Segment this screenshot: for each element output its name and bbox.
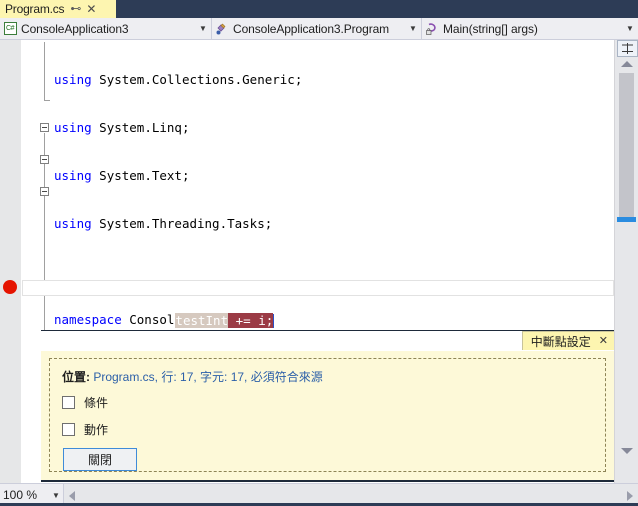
peek-tab-row: 中斷點設定 ✕: [41, 331, 614, 352]
action-label: 動作: [84, 423, 109, 437]
token-text: System.Collections.Generic;: [91, 72, 303, 87]
code-editor[interactable]: using System.Collections.Generic; using …: [0, 40, 638, 483]
action-option-row[interactable]: 動作: [62, 421, 593, 438]
visual-studio-editor-window: Program.cs ⊷ ✕ C# ConsoleApplication3 ▼ …: [0, 0, 638, 506]
horizontal-scrollbar[interactable]: [64, 484, 638, 506]
chevron-down-icon[interactable]: ▼: [49, 491, 63, 500]
split-view-icon[interactable]: [617, 40, 638, 57]
token-keyword: using: [54, 216, 92, 231]
tab-program-cs[interactable]: Program.cs ⊷ ✕: [0, 0, 116, 18]
code-line: using System.Threading.Tasks;: [54, 216, 614, 232]
code-line: using System.Linq;: [54, 120, 614, 136]
scroll-down-arrow[interactable]: [621, 448, 633, 454]
breakpoint-margin[interactable]: [0, 40, 21, 483]
breakpoint-dot[interactable]: [3, 280, 17, 294]
token-text: System.Linq;: [91, 120, 190, 135]
close-button[interactable]: 關閉: [63, 448, 137, 471]
token-keyword: using: [54, 168, 92, 183]
action-checkbox[interactable]: [62, 423, 75, 436]
condition-label: 條件: [84, 396, 109, 410]
peek-tab-label: 中斷點設定: [530, 334, 591, 349]
vertical-scrollbar[interactable]: [614, 40, 638, 483]
close-icon[interactable]: ✕: [599, 335, 608, 347]
outlining-end-usings: [44, 100, 50, 101]
breakpoint-current-line[interactable]: testInt += i;: [22, 280, 614, 328]
peek-tab-breakpoint-settings[interactable]: 中斷點設定 ✕: [521, 331, 614, 350]
scroll-up-arrow[interactable]: [621, 61, 633, 67]
csharp-project-icon: C#: [3, 22, 17, 36]
condition-option-row[interactable]: 條件: [62, 394, 593, 411]
collapse-class-button[interactable]: [40, 155, 49, 164]
peek-inner-frame: 位置: Program.cs, 行: 17, 字元: 17, 必須符合來源 條件…: [49, 358, 606, 472]
code-line: using System.Collections.Generic;: [54, 72, 614, 88]
breakpoint-location-row: 位置: Program.cs, 行: 17, 字元: 17, 必須符合來源: [62, 368, 593, 385]
chevron-down-icon[interactable]: ▼: [405, 24, 421, 33]
member-dropdown-label: Main(string[] args): [443, 21, 538, 36]
member-dropdown[interactable]: Main(string[] args) ▼: [422, 18, 638, 39]
type-dropdown-label: ConsoleApplication3.Program: [233, 21, 390, 36]
editor-status-bar: 100 % ▼: [0, 483, 638, 506]
method-private-icon: [425, 22, 439, 36]
scroll-left-arrow[interactable]: [69, 491, 75, 501]
project-dropdown-label: ConsoleApplication3: [21, 21, 129, 36]
token-text: System.Threading.Tasks;: [91, 216, 273, 231]
selection-variable: testInt: [175, 313, 229, 328]
zoom-level-label: 100 %: [3, 488, 38, 502]
tab-title: Program.cs: [5, 2, 65, 16]
class-icon: [215, 22, 229, 36]
chevron-down-icon[interactable]: ▼: [195, 24, 211, 33]
collapse-namespace-button[interactable]: [40, 123, 49, 132]
close-icon[interactable]: ✕: [86, 3, 96, 15]
token-keyword: using: [54, 72, 92, 87]
outlining-guide-usings: [44, 42, 45, 100]
peek-body: 位置: Program.cs, 行: 17, 字元: 17, 必須符合來源 條件…: [41, 351, 614, 480]
code-line: using System.Text;: [54, 168, 614, 184]
bookmark-marker: [617, 217, 636, 222]
collapse-method-button[interactable]: [40, 187, 49, 196]
selection-expression: += i;: [228, 313, 274, 328]
project-dropdown[interactable]: C# ConsoleApplication3 ▼: [0, 18, 212, 39]
margin-separator: [21, 40, 22, 483]
scroll-right-arrow[interactable]: [627, 491, 633, 501]
horizontal-scroll-thumb[interactable]: [80, 486, 600, 503]
token-keyword: using: [54, 120, 92, 135]
type-dropdown[interactable]: ConsoleApplication3.Program ▼: [212, 18, 422, 39]
location-label: 位置:: [62, 370, 90, 384]
chevron-down-icon[interactable]: ▼: [622, 24, 638, 33]
vertical-scroll-thumb[interactable]: [619, 73, 634, 219]
text-caret: [273, 314, 275, 328]
document-tab-strip: Program.cs ⊷ ✕: [0, 0, 638, 18]
pin-icon[interactable]: ⊷: [70, 3, 81, 15]
token-text: System.Text;: [91, 168, 190, 183]
breakpoint-settings-peek-window: 中斷點設定 ✕ 位置: Program.cs, 行: 17, 字元: 17, 必…: [41, 330, 614, 482]
navigation-bar: C# ConsoleApplication3 ▼ ConsoleApplicat…: [0, 18, 638, 40]
location-value: Program.cs, 行: 17, 字元: 17, 必須符合來源: [90, 370, 323, 384]
condition-checkbox[interactable]: [62, 396, 75, 409]
code-line-breakpoint: testInt += i;: [55, 313, 615, 329]
zoom-dropdown[interactable]: 100 % ▼: [0, 484, 64, 506]
